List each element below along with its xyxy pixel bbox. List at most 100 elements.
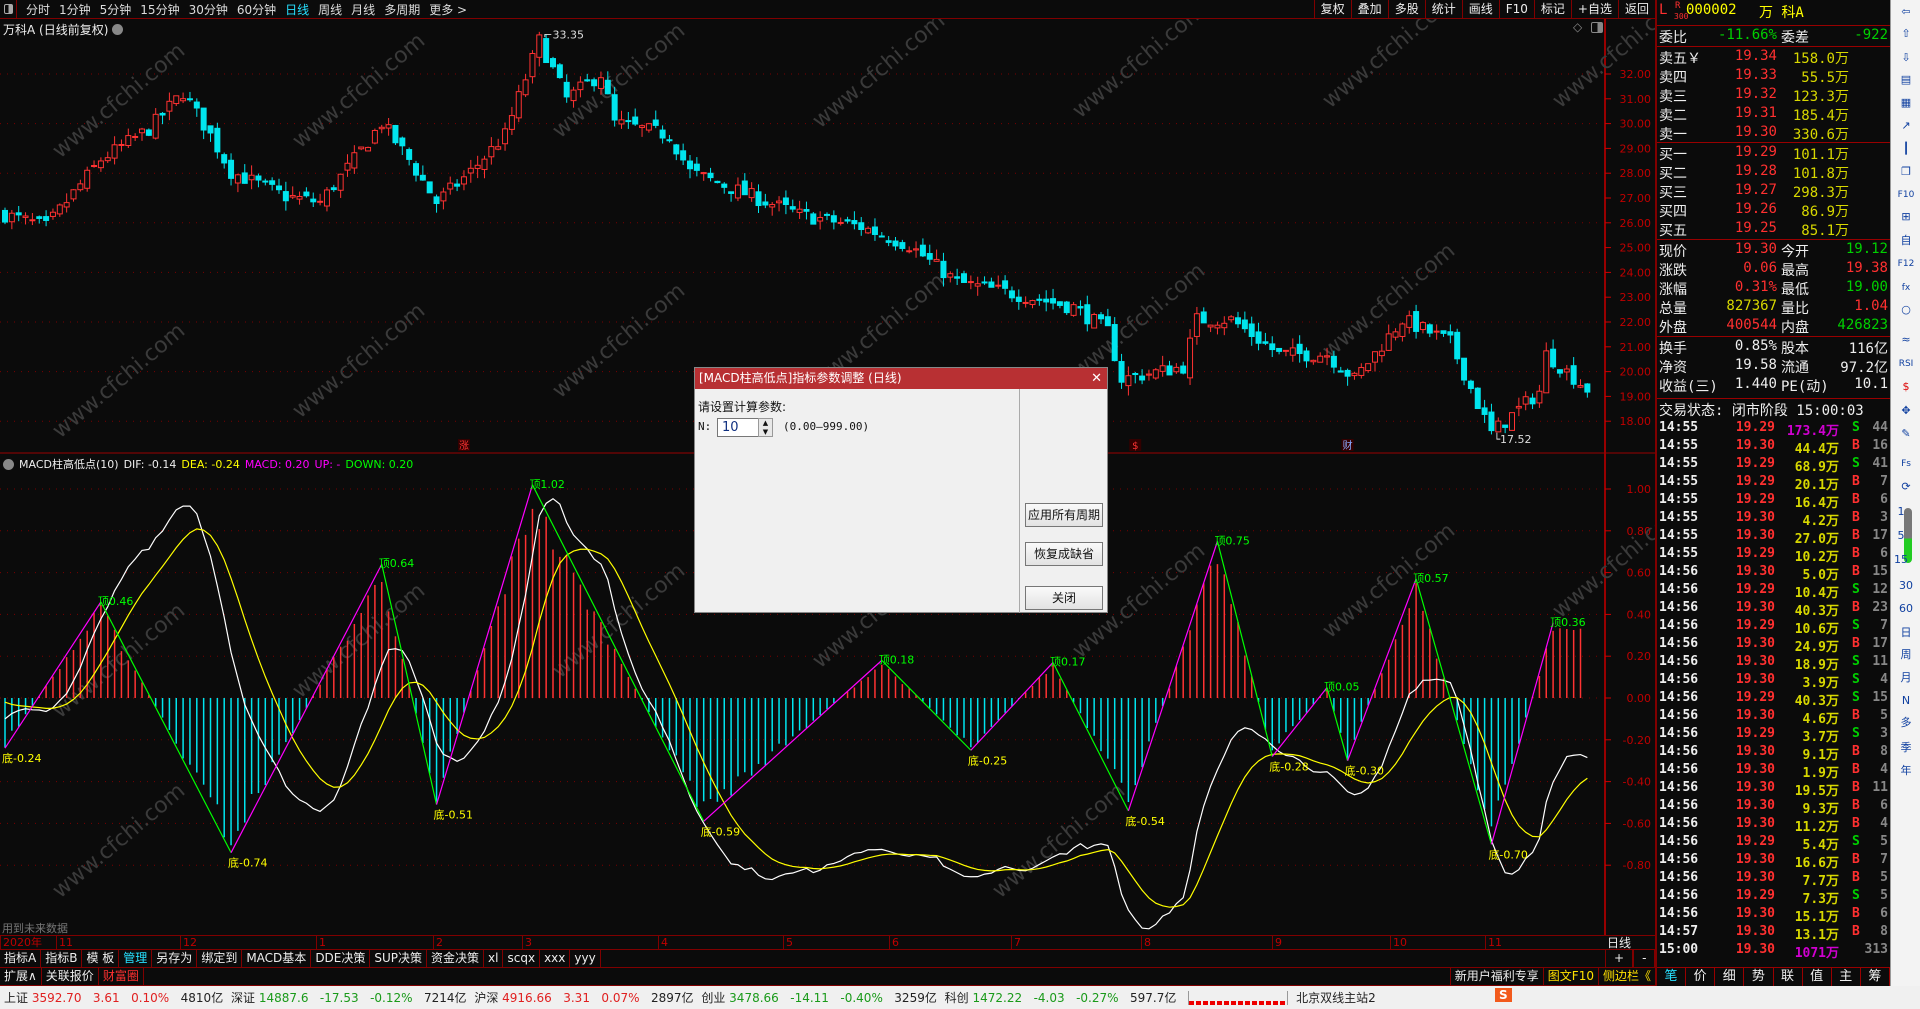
restore-default-button[interactable]: 恢复成缺省 [1025, 542, 1103, 566]
list-check-icon[interactable]: ▤ [1896, 71, 1916, 89]
tab-模 板[interactable]: 模 板 [82, 950, 120, 967]
tab-管理[interactable]: 管理 [119, 950, 153, 967]
period-更多 >[interactable]: 更多 > [429, 1, 467, 18]
index-上证[interactable]: 上证 3592.70 3.61 0.10% 4810亿 [4, 989, 227, 1006]
tool-标记[interactable]: 标记 [1533, 0, 1571, 19]
sidebar-period-多[interactable]: 多 [1896, 714, 1916, 732]
period-15分钟[interactable]: 15分钟 [140, 1, 179, 18]
tab-绑定到[interactable]: 绑定到 [197, 950, 243, 967]
tab-DDE决策[interactable]: DDE决策 [311, 950, 371, 967]
n-input[interactable]: 10 [717, 418, 759, 437]
tab-scqx[interactable]: scqx [503, 950, 541, 967]
ext-财富圈[interactable]: 财富圈 [99, 968, 144, 985]
index-深证[interactable]: 深证 14887.6 -17.53 -0.12% 7214亿 [231, 989, 470, 1006]
period-分时[interactable]: 分时 [26, 1, 50, 18]
circle-icon[interactable]: ○ [1896, 301, 1916, 319]
panel-tab-主[interactable]: 主 [1832, 968, 1861, 986]
sogou-icon[interactable]: S [1495, 988, 1512, 1002]
tab-另存为[interactable]: 另存为 [152, 950, 198, 967]
tool-画线[interactable]: 画线 [1461, 0, 1499, 19]
tab-yyy[interactable]: yyy [570, 950, 601, 967]
sidebar-period-年[interactable]: 年 [1896, 762, 1916, 780]
close-button[interactable]: 关闭 [1025, 586, 1103, 610]
period-1分钟[interactable]: 1分钟 [59, 1, 91, 18]
tool-复权[interactable]: 复权 [1313, 0, 1351, 19]
link-新用户福利专享[interactable]: 新用户福利专享 [1449, 968, 1543, 985]
sidebar-period-1[interactable]: 1 [1891, 503, 1911, 521]
tab-指标A[interactable]: 指标A [0, 950, 42, 967]
fs-icon[interactable]: Fs [1896, 455, 1916, 473]
s-icon[interactable]: $ [1896, 378, 1916, 396]
chevron-down-icon[interactable] [3, 458, 14, 470]
line-chart-icon[interactable]: ↗ [1896, 117, 1916, 135]
sidebar-period-季[interactable]: 季 [1896, 739, 1916, 757]
sidebar-period-30[interactable]: 30 [1896, 577, 1916, 595]
up-arrow-icon[interactable]: ⇧ [1896, 25, 1916, 43]
link-图文F10[interactable]: 图文F10 [1542, 968, 1598, 985]
period-日线[interactable]: 日线 [285, 1, 309, 18]
tab-xl[interactable]: xl [484, 950, 504, 967]
link-侧边栏《[interactable]: 侧边栏《 [1597, 968, 1655, 985]
sidebar-period-15[interactable]: 15 [1891, 551, 1911, 569]
tab-xxx[interactable]: xxx [540, 950, 571, 967]
period-周线[interactable]: 周线 [318, 1, 342, 18]
zoom-in-button[interactable]: + [1605, 950, 1634, 967]
ext-扩展∧[interactable]: 扩展∧ [0, 968, 42, 985]
tool-F10[interactable]: F10 [1498, 0, 1534, 19]
server-name[interactable]: 北京双线主站2 [1296, 989, 1376, 1006]
tab-指标B[interactable]: 指标B [41, 950, 83, 967]
tool-+自选[interactable]: +自选 [1570, 0, 1618, 19]
index-创业[interactable]: 创业 3478.66 -14.11 -0.40% 3259亿 [701, 989, 940, 1006]
rsi-icon[interactable]: RSI [1896, 355, 1916, 373]
tab-SUP决策[interactable]: SUP决策 [370, 950, 428, 967]
f10-icon[interactable]: F10 [1896, 186, 1916, 204]
refresh-icon[interactable]: ⟳ [1896, 478, 1916, 496]
period-月线[interactable]: 月线 [351, 1, 375, 18]
move-icon[interactable]: ✥ [1896, 402, 1916, 420]
index-科创[interactable]: 科创 1472.22 -4.03 -0.27% 597.7亿 [945, 989, 1180, 1006]
tool-叠加[interactable]: 叠加 [1350, 0, 1388, 19]
period-5分钟[interactable]: 5分钟 [100, 1, 132, 18]
grid-icon[interactable]: ▦ [1896, 94, 1916, 112]
stepper-down-icon[interactable]: ▼ [759, 428, 772, 437]
tool-统计[interactable]: 统计 [1424, 0, 1462, 19]
panel-tab-笔[interactable]: 笔 [1657, 968, 1687, 986]
down-arrow-icon[interactable]: ⇩ [1896, 49, 1916, 67]
tool-返回[interactable]: 返回 [1617, 0, 1655, 19]
zoom-out-button[interactable]: - [1633, 950, 1656, 967]
sidebar-period-周[interactable]: 周 [1896, 646, 1916, 664]
tool-多股[interactable]: 多股 [1387, 0, 1425, 19]
self-icon[interactable]: 自 [1896, 232, 1916, 250]
sidebar-period-N[interactable]: N [1896, 692, 1916, 710]
f12-icon[interactable]: F12 [1896, 255, 1916, 273]
sidebar-period-月[interactable]: 月 [1896, 669, 1916, 687]
wave-icon[interactable]: ≈ [1896, 331, 1916, 349]
panel-toggle-button[interactable] [0, 0, 17, 18]
back-arrow-icon[interactable]: ⇦ [1896, 3, 1916, 21]
period-30分钟[interactable]: 30分钟 [189, 1, 228, 18]
n-stepper[interactable]: ▲ ▼ [758, 418, 773, 437]
panel-tab-细[interactable]: 细 [1715, 968, 1745, 986]
apply-all-periods-button[interactable]: 应用所有周期 [1025, 503, 1103, 527]
panel-tab-值[interactable]: 值 [1803, 968, 1832, 986]
pencil-icon[interactable]: ✎ [1896, 425, 1916, 443]
candle-icon[interactable]: ┃ [1896, 140, 1916, 158]
tree-icon[interactable]: ⊞ [1896, 208, 1916, 226]
tab-资金决策[interactable]: 资金决策 [427, 950, 485, 967]
period-60分钟[interactable]: 60分钟 [237, 1, 276, 18]
period-多周期[interactable]: 多周期 [384, 1, 420, 18]
sidebar-period-60[interactable]: 60 [1896, 600, 1916, 618]
panel-tab-筹[interactable]: 筹 [1861, 968, 1890, 986]
windows-icon[interactable]: ❐ [1896, 163, 1916, 181]
index-沪深[interactable]: 沪深 4916.66 3.31 0.07% 2897亿 [474, 989, 697, 1006]
stepper-up-icon[interactable]: ▲ [759, 419, 772, 428]
panel-tab-联[interactable]: 联 [1774, 968, 1803, 986]
tab-MACD基本[interactable]: MACD基本 [242, 950, 312, 967]
ext-关联报价[interactable]: 关联报价 [42, 968, 99, 985]
close-icon[interactable]: ✕ [1091, 368, 1102, 389]
fx-icon[interactable]: fx [1896, 279, 1916, 297]
sidebar-period-日[interactable]: 日 [1896, 624, 1916, 642]
panel-tab-势[interactable]: 势 [1744, 968, 1774, 986]
sidebar-period-5[interactable]: 5 [1891, 527, 1911, 545]
panel-tab-价[interactable]: 价 [1686, 968, 1716, 986]
